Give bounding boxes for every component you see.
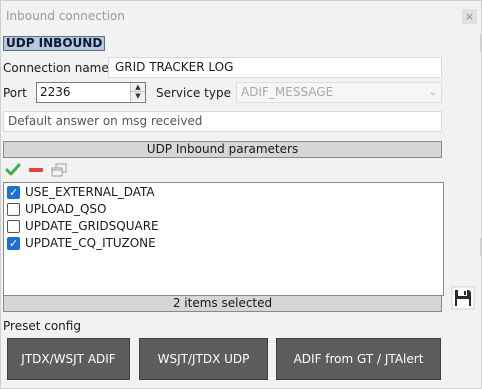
port-value: 2236 (40, 85, 71, 99)
connection-name-field[interactable]: GRID TRACKER LOG (108, 57, 442, 78)
checkbox-unchecked[interactable] (7, 203, 20, 216)
list-item-label: UPLOAD_QSO (25, 202, 107, 216)
list-item[interactable]: ✓ UPDATE_CQ_ITUZONE (7, 235, 437, 252)
connection-name-label: Connection name (3, 61, 109, 75)
section-header: UDP INBOUND (3, 36, 106, 51)
checkbox-checked[interactable]: ✓ (7, 186, 20, 199)
chevron-down-icon: ⌄ (428, 87, 437, 98)
preset-wsjt-jtdx-udp-button[interactable]: WSJT/JTDX UDP (139, 338, 268, 380)
close-button[interactable]: × (462, 9, 477, 24)
list-item-label: UPDATE_GRIDSQUARE (25, 219, 159, 233)
spin-buttons: ▲ ▼ (130, 83, 145, 102)
list-item[interactable]: UPDATE_GRIDSQUARE (7, 218, 437, 235)
params-list: ✓ USE_EXTERNAL_DATA UPLOAD_QSO UPDATE_GR… (3, 182, 444, 296)
list-item-label: USE_EXTERNAL_DATA (25, 185, 155, 199)
list-item[interactable]: ✓ USE_EXTERNAL_DATA (7, 184, 437, 201)
checkbox-checked[interactable]: ✓ (7, 237, 20, 250)
service-type-select[interactable]: ADIF_MESSAGE ⌄ (236, 82, 442, 103)
preset-config-label: Preset config (3, 319, 81, 333)
checkbox-unchecked[interactable] (7, 220, 20, 233)
spin-down-button[interactable]: ▼ (131, 92, 145, 101)
floppy-disk-icon[interactable] (451, 286, 475, 310)
spin-up-button[interactable]: ▲ (131, 83, 145, 92)
minus-remove-icon[interactable] (28, 162, 44, 178)
service-type-value: ADIF_MESSAGE (241, 85, 334, 99)
window-title: Inbound connection (6, 9, 125, 23)
service-type-label: Service type (156, 86, 231, 100)
port-label: Port (3, 86, 27, 100)
title-bar: Inbound connection × (1, 1, 481, 31)
list-item-label: UPDATE_CQ_ITUZONE (25, 236, 156, 250)
default-answer-field[interactable]: Default answer on msg received (3, 111, 442, 132)
checkmark-add-icon[interactable] (5, 162, 21, 178)
preset-jtdx-wsjt-adif-button[interactable]: JTDX/WSJT ADIF (7, 338, 130, 380)
inbound-connection-window: Inbound connection × UDP INBOUND Connect… (0, 0, 482, 389)
selection-status: 2 items selected (3, 295, 442, 312)
close-icon: × (464, 10, 475, 23)
port-spinner[interactable]: 2236 ▲ ▼ (36, 82, 146, 103)
params-header: UDP Inbound parameters (3, 141, 442, 158)
window-icon[interactable] (51, 162, 67, 178)
preset-adif-gt-jtalert-button[interactable]: ADIF from GT / JTAlert (276, 338, 441, 380)
list-item[interactable]: UPLOAD_QSO (7, 201, 437, 218)
